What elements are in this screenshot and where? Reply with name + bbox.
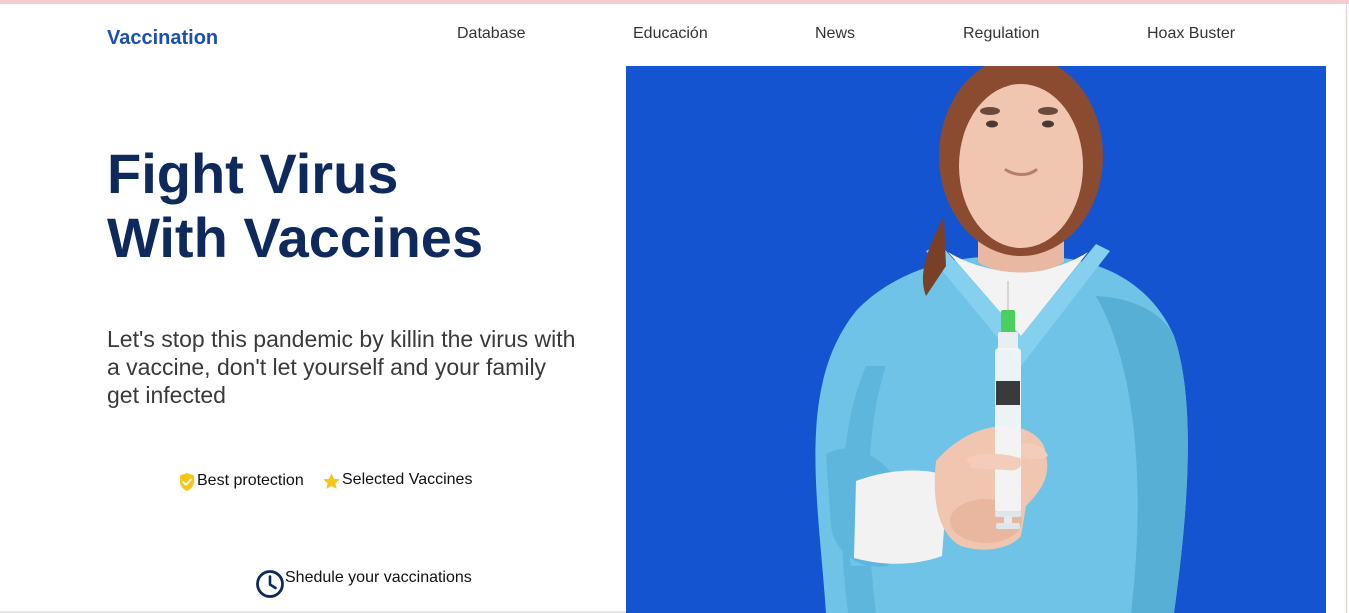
nav-link-news[interactable]: News (815, 25, 855, 43)
shield-check-icon (178, 469, 197, 492)
nav-link-educacion[interactable]: Educación (633, 25, 708, 43)
nav-link-regulation[interactable]: Regulation (963, 25, 1040, 43)
right-edge-line (1346, 0, 1347, 613)
top-accent-line (0, 0, 1349, 4)
hero-headline: Fight Virus With Vaccines (107, 142, 483, 270)
hero-subtitle: Let's stop this pandemic by killin the v… (107, 326, 576, 408)
feature-label: Best protection (197, 471, 304, 489)
star-icon (322, 469, 342, 491)
schedule-vaccinations-link[interactable]: Shedule your vaccinations (255, 568, 472, 599)
clock-icon (255, 568, 285, 599)
headline-line-2: With Vaccines (107, 206, 484, 269)
brand-logo-link[interactable]: Vaccination (107, 27, 218, 50)
feature-best-protection: Best protection (178, 469, 304, 492)
feature-label: Selected Vaccines (342, 471, 473, 488)
headline-line-1: Fight Virus (107, 142, 399, 205)
feature-selected-vaccines: Selected Vaccines (322, 469, 472, 491)
nav-link-hoax-buster[interactable]: Hoax Buster (1147, 25, 1235, 43)
nurse-holding-syringe-illustration (626, 66, 1326, 613)
hero-image (626, 66, 1326, 613)
nav-link-database[interactable]: Database (457, 25, 526, 43)
schedule-label: Shedule your vaccinations (285, 569, 472, 586)
